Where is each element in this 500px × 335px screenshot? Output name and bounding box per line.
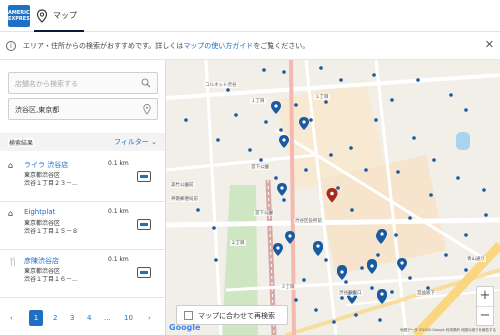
store-address-line2: 渋谷１丁目１６－... [24,276,78,283]
results-label: 検索結果 [8,138,35,147]
store-address-line2: 渋谷１丁目１５－８ [24,228,79,235]
building-icon: ⌂ [8,161,14,170]
street-label: コルネット渋谷 [204,82,238,88]
store-name[interactable]: 彦陳渋谷店 [24,256,59,266]
street-label: 神南郵便局前 [170,196,199,202]
location-value: 渋谷区,東京都 [15,106,60,114]
google-logo: Google [169,323,201,332]
street-label: １丁目 [250,98,266,104]
search-placeholder: 店舗名から検索する [15,80,78,88]
zoom-out-button[interactable]: − [477,306,493,325]
research-checkbox[interactable] [184,311,193,320]
store-distance: 0.1 km [108,208,129,215]
store-address-line2: 渋谷１丁目２３－... [24,180,78,187]
street-label: １丁目 [314,94,330,100]
map-pin-icon [36,9,48,23]
notice-banner: i エリア・住所からの検索がおすすめです。詳しくはマップの使い方ガイドをご覧くだ… [0,32,500,60]
building-icon: ⌂ [8,209,14,218]
fork-knife-icon: 🍴 [8,257,18,266]
store-distance: 0.1 km [108,160,129,167]
results-bar: 検索結果 フィルター ⌄ [0,133,165,151]
zoom-control: + − [476,286,494,326]
tab-map-label: マップ [53,11,77,20]
store-distance: 0.1 km [108,256,129,263]
info-icon: i [6,41,16,51]
street-label: 宮下公園 [250,164,270,170]
card-icon [137,267,151,278]
page-ellipsis: ... [104,314,111,322]
store-list-item[interactable]: ⌂ Eightplat 東京都渋谷区 渋谷１丁目１５－８ 0.1 km [0,202,165,250]
prev-page-icon[interactable]: ‹ [10,314,13,322]
chevron-down-icon: ⌄ [151,138,157,146]
left-panel: 店舗名から検索する 渋谷区,東京都 検索結果 フィルター ⌄ ⌂ ライラ 渋谷店… [0,60,166,335]
street-label: 美竹公園前 [170,182,195,188]
page-2-button[interactable]: 2 [53,314,57,322]
store-list-item[interactable]: 🍴 彦陳渋谷店 東京都渋谷区 渋谷１丁目１６－... 0.1 km [0,250,165,298]
next-page-icon[interactable]: › [148,314,151,322]
street-label: 宮下公園 [254,210,274,216]
street-label: 宮益坂下 [416,290,436,296]
tab-map[interactable]: マップ [34,0,84,32]
street-label: 青山通り [466,256,486,262]
card-icon [137,171,151,182]
street-label: 渋谷区役所前 [294,218,323,224]
street-label: ２丁目 [230,240,246,246]
page-4-button[interactable]: 4 [87,314,91,322]
location-pin-icon [143,104,151,115]
guide-link[interactable]: マップの使い方ガイド [183,42,253,50]
street-label: 渋谷駅東口 [338,290,363,296]
notice-text-after: をご覧ください。 [253,42,310,50]
store-search-input[interactable]: 店舗名から検索する [8,72,158,94]
search-icon[interactable] [141,78,151,88]
notice-text-before: エリア・住所からの検索がおすすめです。詳しくは [23,42,184,50]
store-name[interactable]: ライラ 渋谷店 [24,160,68,170]
pagination: ‹ 1 2 3 4 ... 10 › [0,306,165,334]
page-10-button[interactable]: 10 [124,314,133,322]
zoom-in-button[interactable]: + [477,287,493,306]
filter-button[interactable]: フィルター ⌄ [114,137,157,147]
page-1-button[interactable]: 1 [29,310,43,326]
page-3-button[interactable]: 3 [70,314,74,322]
street-label: ３丁目 [280,284,296,290]
location-input[interactable]: 渋谷区,東京都 [8,98,158,120]
store-list-item[interactable]: ⌂ ライラ 渋谷店 東京都渋谷区 渋谷１丁目２３－... 0.1 km [0,154,165,202]
research-label: マップに合わせて再検索 [198,312,275,320]
map-base [166,60,500,335]
top-header: AMERICAN EXPRESS マップ [0,0,500,32]
map-canvas[interactable]: コルネット渋谷 １丁目 １丁目 宮下公園 美竹公園前 神南郵便局前 宮下公園 ２… [166,60,500,335]
map-attribution[interactable]: 地図データ ©2020 Google 利用規約 地図の誤りを報告する [400,328,496,333]
brand-logo[interactable]: AMERICAN EXPRESS [8,5,38,27]
notice-text: エリア・住所からの検索がおすすめです。詳しくはマップの使い方ガイドをご覧ください… [23,41,309,51]
close-icon[interactable]: ✕ [485,38,494,51]
filter-label: フィルター [114,138,149,146]
research-map-button[interactable]: マップに合わせて再検索 [176,305,288,325]
card-icon [137,219,151,230]
store-name[interactable]: Eightplat [24,208,55,216]
